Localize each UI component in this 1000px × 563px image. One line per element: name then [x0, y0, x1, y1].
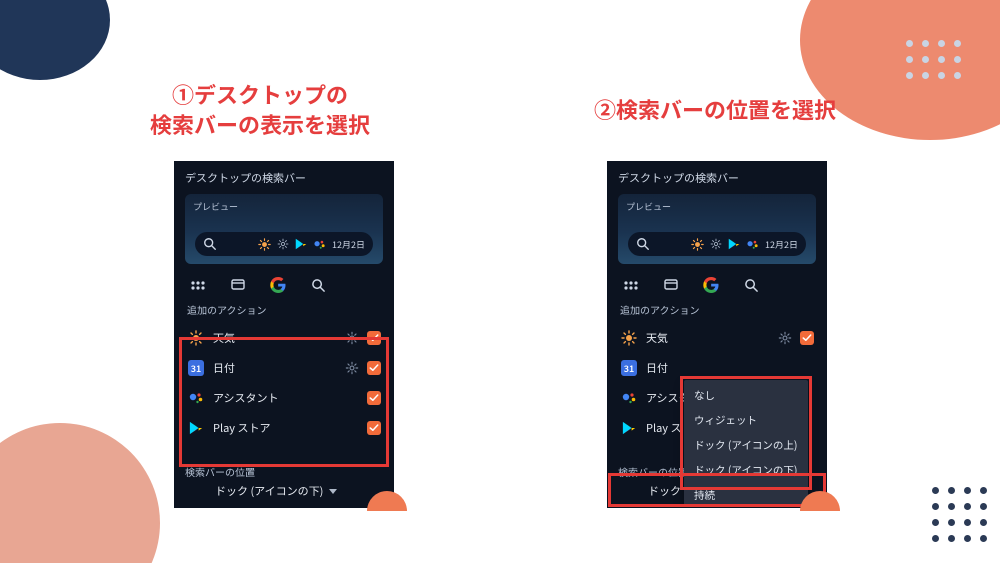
actions-section-label: 追加のアクション [608, 302, 826, 323]
play-store-icon [620, 419, 638, 437]
search-icon [203, 237, 217, 251]
popup-option-persistent[interactable]: 持続 [684, 483, 808, 507]
style-tab-widget[interactable] [229, 276, 247, 294]
preview-label: プレビュー [626, 200, 671, 213]
sun-icon [620, 329, 638, 347]
preview-area: プレビュー 12月2日 [185, 194, 383, 264]
action-row-assistant[interactable]: アシスタント [183, 383, 385, 413]
gear-icon[interactable] [345, 331, 359, 345]
step-1-title-line1: ①デスクトップの [172, 78, 348, 110]
action-row-playstore[interactable]: Play ストア [183, 413, 385, 443]
panel-title: デスクトップの検索バー [608, 162, 826, 192]
step-1-title-line2: 検索バーの表示を選択 [150, 108, 370, 140]
style-tab-grid[interactable] [622, 276, 640, 294]
checkbox-checked[interactable] [367, 361, 381, 375]
position-value: ドック (アイコンの下) [215, 483, 323, 499]
action-label: 日付 [646, 360, 814, 376]
action-row-weather[interactable]: 天気 [183, 323, 385, 353]
checkbox-checked[interactable] [367, 331, 381, 345]
popup-option-none[interactable]: なし [684, 383, 808, 408]
action-row-weather[interactable]: 天気 [616, 323, 818, 353]
assistant-icon [620, 389, 638, 407]
popup-option-dock-above[interactable]: ドック (アイコンの上) [684, 433, 808, 458]
gear-icon[interactable] [778, 331, 792, 345]
step-2-title-text: ②検索バーの位置を選択 [594, 93, 836, 125]
calendar-icon: 31 [620, 359, 638, 377]
calendar-icon: 31 [187, 359, 205, 377]
action-row-date[interactable]: 31 日付 [616, 353, 818, 383]
preview-search-bar: 12月2日 [628, 232, 806, 256]
style-tab-widget[interactable] [662, 276, 680, 294]
style-tab-row [175, 270, 393, 302]
preview-gear-icon [277, 238, 289, 250]
action-label: 天気 [213, 330, 337, 346]
style-tab-search[interactable] [309, 276, 327, 294]
preview-date: 12月2日 [765, 238, 798, 251]
checkbox-checked[interactable] [367, 391, 381, 405]
style-tab-google[interactable] [702, 276, 720, 294]
checkbox-checked[interactable] [800, 331, 814, 345]
position-section: 検索バーの位置 ドック (アイコンの下) [175, 460, 393, 507]
action-label: 天気 [646, 330, 770, 346]
preview-label: プレビュー [193, 200, 238, 213]
decor-dots-bottom-right [932, 487, 990, 545]
action-row-date[interactable]: 31 日付 [183, 353, 385, 383]
step-1-title: ①デスクトップの 検索バーの表示を選択 [110, 80, 410, 139]
style-tab-google[interactable] [269, 276, 287, 294]
style-tab-grid[interactable] [189, 276, 207, 294]
position-label: 検索バーの位置 [185, 464, 383, 479]
step-2-title: ②検索バーの位置を選択 [555, 95, 875, 125]
play-store-icon [728, 237, 740, 251]
action-label: 日付 [213, 360, 337, 376]
play-store-icon [187, 419, 205, 437]
weather-icon [691, 238, 704, 251]
assistant-icon [187, 389, 205, 407]
search-icon [636, 237, 650, 251]
settings-panel-right: デスクトップの検索バー プレビュー 12月2日 追加のアクション 天気 31 日… [608, 162, 826, 507]
actions-section-label: 追加のアクション [175, 302, 393, 323]
preview-search-bar: 12月2日 [195, 232, 373, 256]
decor-blob-top-left [0, 0, 110, 80]
weather-icon [258, 238, 271, 251]
preview-gear-icon [710, 238, 722, 250]
position-dropdown-popup: なし ウィジェット ドック (アイコンの上) ドック (アイコンの下) 持続 [684, 380, 808, 507]
checkbox-checked[interactable] [367, 421, 381, 435]
decor-blob-bottom-left [0, 423, 160, 563]
sun-icon [187, 329, 205, 347]
action-list: 天気 31 日付 アシスタント Play ストア [175, 323, 393, 443]
popup-option-widget[interactable]: ウィジェット [684, 408, 808, 433]
play-store-icon [295, 237, 307, 251]
panel-title: デスクトップの検索バー [175, 162, 393, 192]
settings-panel-left: デスクトップの検索バー プレビュー 12月2日 追加のアクション 天気 31 日… [175, 162, 393, 507]
assistant-icon [313, 238, 326, 251]
gear-icon[interactable] [345, 361, 359, 375]
action-label: アシスタント [213, 390, 359, 406]
preview-area: プレビュー 12月2日 [618, 194, 816, 264]
preview-date: 12月2日 [332, 238, 365, 251]
popup-option-dock-below[interactable]: ドック (アイコンの下) [684, 458, 808, 483]
style-tab-row [608, 270, 826, 302]
assistant-icon [746, 238, 759, 251]
caret-down-icon [329, 489, 337, 494]
position-dropdown[interactable]: ドック (アイコンの下) [185, 483, 383, 499]
style-tab-search[interactable] [742, 276, 760, 294]
action-label: Play ストア [213, 420, 359, 436]
